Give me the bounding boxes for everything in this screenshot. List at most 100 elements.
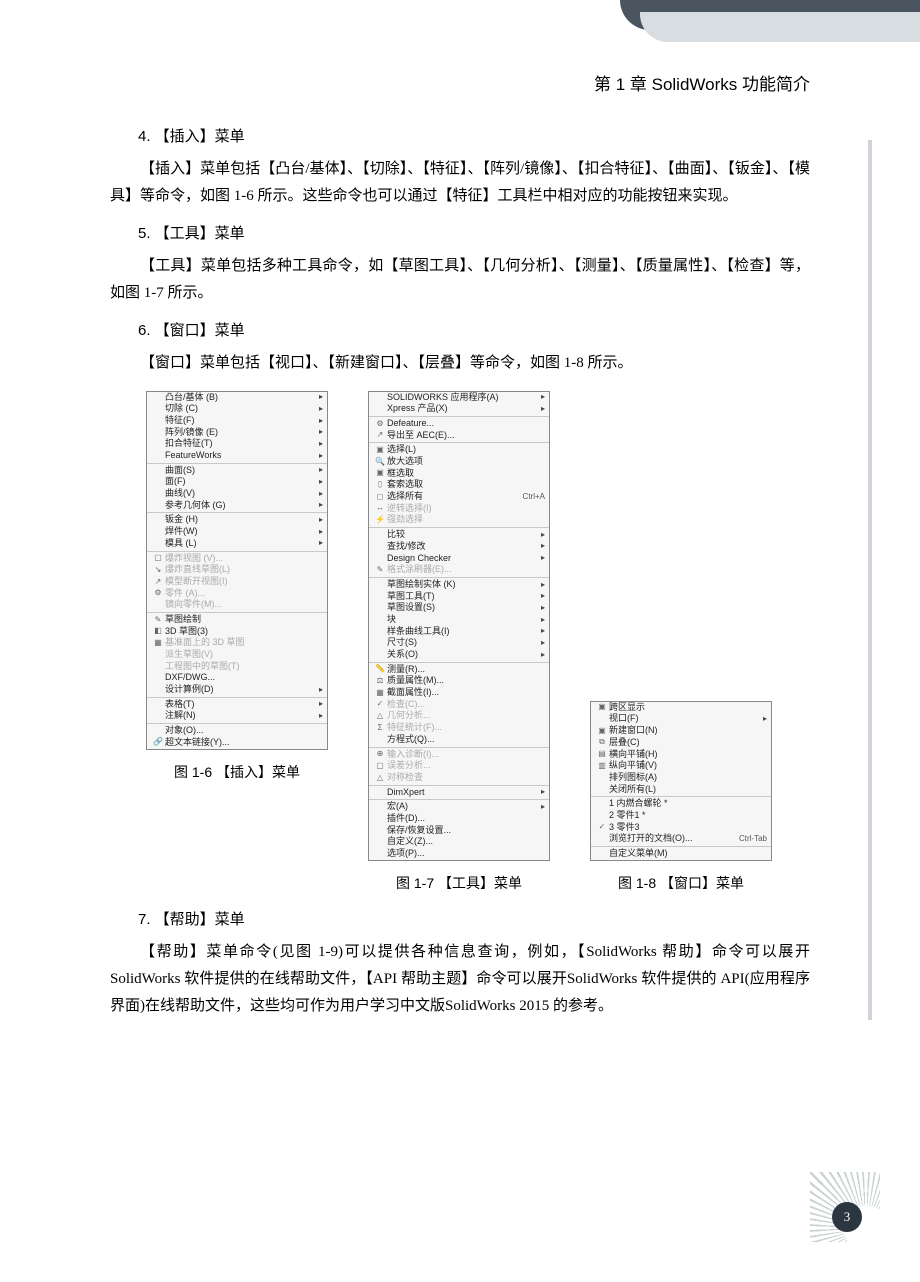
menu-item: ▢爆炸视图 (V)... <box>147 553 327 565</box>
menu-item-label: 曲线(V) <box>165 488 313 500</box>
menu-item: 📏测量(R)... <box>369 664 549 676</box>
menu-item-label: 比较 <box>387 529 535 541</box>
menu-item-icon: ↔ <box>373 503 387 513</box>
menu-item-label: 草图设置(S) <box>387 602 535 614</box>
menu-item: 🔗超文本链接(Y)... <box>147 737 327 749</box>
paragraph-insert-menu: 【插入】菜单包括【凸台/基体】、【切除】、【特征】、【阵列/镜像】、【扣合特征】… <box>110 156 810 210</box>
menu-item-label: 输入诊断(I)... <box>387 749 545 761</box>
menu-item-label: 特征(F) <box>165 415 313 427</box>
menu-item-label: 放大选项 <box>387 456 545 468</box>
submenu-arrow-icon: ▸ <box>541 541 545 551</box>
menu-item-icon: ↗ <box>373 430 387 440</box>
menu-item-label: 几何分析... <box>387 710 545 722</box>
menu-item: ▤横向平铺(H) <box>591 749 771 761</box>
menu-item: DimXpert▸ <box>369 787 549 799</box>
menu-item-label: 面(F) <box>165 476 313 488</box>
menu-item-icon: ▣ <box>595 702 609 712</box>
menu-item-label: 特征统计(F)... <box>387 722 545 734</box>
menu-item: FeatureWorks▸ <box>147 450 327 462</box>
menu-item-label: 质量属性(M)... <box>387 675 545 687</box>
menu-item-label: 测量(R)... <box>387 664 545 676</box>
menu-separator <box>147 697 327 698</box>
menu-item-label: 误差分析... <box>387 760 545 772</box>
menu-separator <box>147 551 327 552</box>
menu-separator <box>591 846 771 847</box>
menu-item: ▣框选取 <box>369 468 549 480</box>
menu-item-label: 1 内燃合螺轮 * <box>609 798 767 810</box>
menu-item: 自定义菜单(M) <box>591 848 771 860</box>
menu-item: 1 内燃合螺轮 * <box>591 798 771 810</box>
menu-item-icon: Σ <box>373 723 387 733</box>
menu-item-label: 检查(C)... <box>387 699 545 711</box>
menu-item-icon: ✓ <box>373 699 387 709</box>
menu-item-icon: ▤ <box>595 749 609 759</box>
submenu-arrow-icon: ▸ <box>319 427 323 437</box>
figure-1-6: 凸台/基体 (B)▸切除 (C)▸特征(F)▸阵列/镜像 (E)▸扣合特征(T)… <box>146 391 328 896</box>
menu-item-label: 浏览打开的文档(O)... <box>609 833 733 845</box>
menu-item: ▣跨区显示 <box>591 702 771 714</box>
page: 第 1 章 SolidWorks 功能简介 4. 【插入】菜单 【插入】菜单包括… <box>0 0 920 1282</box>
menu-item: ▦截面属性(I)... <box>369 687 549 699</box>
menu-item-label: 草图工具(T) <box>387 591 535 603</box>
menu-item-label: 关闭所有(L) <box>609 784 767 796</box>
menu-item-label: 选择所有 <box>387 491 517 503</box>
menu-item: 关系(O) ▸ <box>369 649 549 661</box>
submenu-arrow-icon: ▸ <box>319 711 323 721</box>
menu-item-label: 扣合特征(T) <box>165 438 313 450</box>
menu-item-icon: △ <box>373 773 387 783</box>
menu-item-icon: ⚖ <box>373 676 387 686</box>
menu-item: ⚡强劲选择 <box>369 514 549 526</box>
menu-item-label: 模具 (L) <box>165 538 313 550</box>
menu-item: ⊕输入诊断(I)... <box>369 749 549 761</box>
menu-item-label: 自定义(Z)... <box>387 836 545 848</box>
submenu-arrow-icon: ▸ <box>541 553 545 563</box>
menu-item: ▥纵向平铺(V) <box>591 760 771 772</box>
menu-item-label: 草图绘制实体 (K) <box>387 579 535 591</box>
menu-item: 面(F)▸ <box>147 476 327 488</box>
insert-menu-screenshot: 凸台/基体 (B)▸切除 (C)▸特征(F)▸阵列/镜像 (E)▸扣合特征(T)… <box>146 391 328 750</box>
submenu-arrow-icon: ▸ <box>541 404 545 414</box>
submenu-arrow-icon: ▸ <box>541 615 545 625</box>
menu-item-icon: ↘ <box>151 565 165 575</box>
menu-item-label: 关系(O) <box>387 649 535 661</box>
menu-item-label: 宏(A) <box>387 801 535 813</box>
menu-separator <box>369 416 549 417</box>
menu-item-icon: ▦ <box>151 638 165 648</box>
menu-item: SOLIDWORKS 应用程序(A)▸ <box>369 392 549 404</box>
menu-item: Design Checker▸ <box>369 553 549 565</box>
chapter-header: 第 1 章 SolidWorks 功能简介 <box>110 70 810 101</box>
menu-item-label: 工程图中的草图(T) <box>165 661 323 673</box>
menu-item-icon: ▢ <box>373 761 387 771</box>
submenu-arrow-icon: ▸ <box>541 580 545 590</box>
menu-item-label: 焊件(W) <box>165 526 313 538</box>
heading-insert-menu: 4. 【插入】菜单 <box>138 123 810 150</box>
menu-item: 焊件(W)▸ <box>147 526 327 538</box>
menu-item: 参考几何体 (G)▸ <box>147 500 327 512</box>
menu-item: ▣选择(L) <box>369 444 549 456</box>
menu-separator <box>369 747 549 748</box>
menu-item-label: 3D 草图(3) <box>165 626 323 638</box>
menu-item-label: 设计算例(D) <box>165 684 313 696</box>
menu-item: ▣新建窗口(N) <box>591 725 771 737</box>
menu-item-label: 钣金 (H) <box>165 514 313 526</box>
menu-item-label: 对称检查 <box>387 772 545 784</box>
menu-item-label: 超文本链接(Y)... <box>165 737 323 749</box>
menu-item-icon: ⚡ <box>373 515 387 525</box>
menu-item-label: 选项(P)... <box>387 848 545 860</box>
menu-item-icon: ▦ <box>373 688 387 698</box>
menu-item: ⚙零件 (A)... <box>147 588 327 600</box>
menu-item-icon: ◧ <box>151 626 165 636</box>
submenu-arrow-icon: ▸ <box>541 650 545 660</box>
menu-item: 2 零件1 * <box>591 810 771 822</box>
menu-item: ▢误差分析... <box>369 760 549 772</box>
submenu-arrow-icon: ▸ <box>541 530 545 540</box>
corner-decoration <box>620 0 920 60</box>
menu-item-icon: 📏 <box>373 664 387 674</box>
figure-1-6-caption: 图 1-6 【插入】菜单 <box>174 760 300 785</box>
menu-item: △对称检查 <box>369 772 549 784</box>
figure-1-7-caption: 图 1-7 【工具】菜单 <box>396 871 522 896</box>
menu-item: 方程式(Q)... <box>369 734 549 746</box>
menu-item-label: 套索选取 <box>387 479 545 491</box>
heading-help-menu: 7. 【帮助】菜单 <box>138 906 810 933</box>
paragraph-tools-menu: 【工具】菜单包括多种工具命令，如【草图工具】、【几何分析】、【测量】、【质量属性… <box>110 253 810 307</box>
